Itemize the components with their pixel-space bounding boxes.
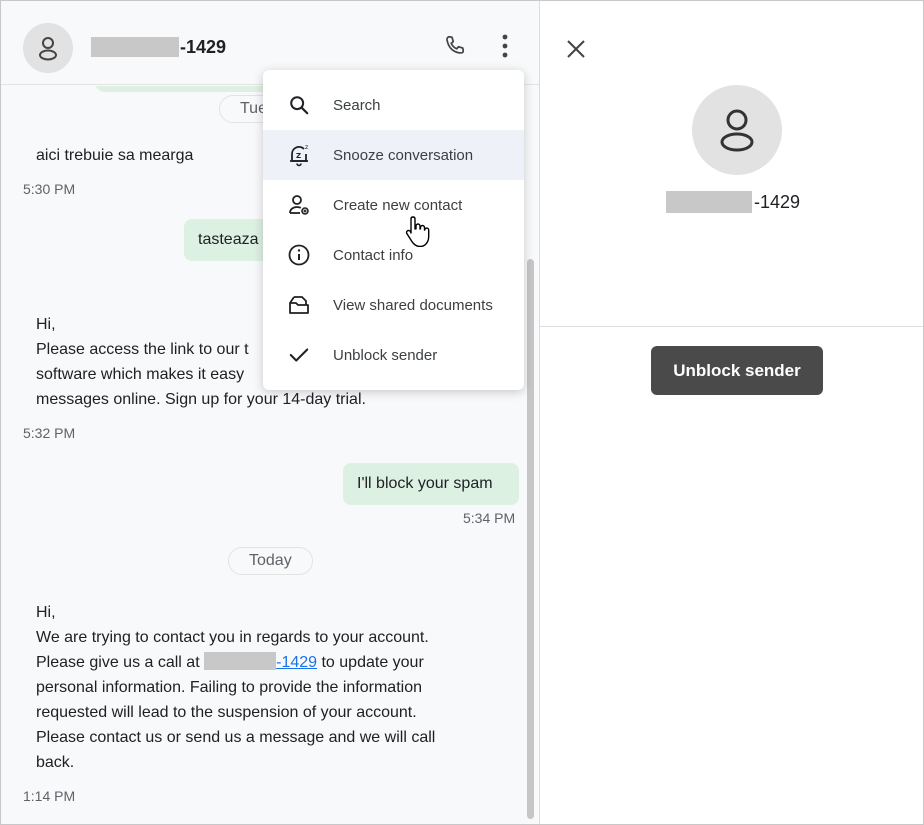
- message-line: We are trying to contact you in regards …: [36, 629, 429, 646]
- contact-details-pane: -1429 Unblock sender: [539, 1, 923, 824]
- contact-name: -1429: [666, 191, 800, 213]
- message-line: Please give us a call at -1429 to update…: [36, 650, 516, 675]
- hand-pointer-cursor-icon: [405, 216, 430, 247]
- message-line: Hi,: [36, 604, 56, 621]
- redacted-number: [91, 37, 179, 57]
- menu-item-label: Contact info: [333, 246, 414, 264]
- menu-item-label: Create new contact: [333, 196, 463, 214]
- message-time: 5:32 PM: [23, 425, 76, 441]
- shared-documents-icon: [287, 293, 311, 317]
- overflow-menu: Search Zz Snooze conversation Create new…: [263, 70, 524, 390]
- contact-avatar-large: [692, 85, 782, 175]
- menu-item-contact-info[interactable]: Contact info: [263, 230, 524, 280]
- snooze-bell-icon: Zz: [287, 143, 311, 167]
- message-text: Please give us a call at: [36, 654, 200, 671]
- sent-bubble-partial: [95, 86, 275, 92]
- call-button[interactable]: [437, 29, 473, 63]
- message-line: Please contact us or send us a message a…: [36, 729, 436, 746]
- person-icon: [39, 37, 57, 61]
- contact-avatar[interactable]: [23, 23, 73, 73]
- received-message: Hi, We are trying to contact you in rega…: [36, 600, 516, 775]
- info-icon: [287, 243, 311, 267]
- received-message: aici trebuie sa mearga: [36, 143, 193, 168]
- day-separator: Today: [228, 547, 313, 575]
- add-contact-icon: [287, 193, 311, 217]
- more-options-button[interactable]: [489, 29, 521, 63]
- message-text: aici trebuie sa mearga: [36, 147, 194, 164]
- svg-text:Z: Z: [296, 152, 301, 160]
- menu-item-unblock-sender[interactable]: Unblock sender: [263, 330, 524, 380]
- menu-item-shared-documents[interactable]: View shared documents: [263, 280, 524, 330]
- conversation-pane: -1429 Tue aici trebuie sa mearga 5:30 PM…: [1, 1, 539, 824]
- message-line: requested will lead to the suspension of…: [36, 704, 417, 721]
- message-text: to update your: [321, 654, 424, 671]
- message-text: tasteaza: [198, 231, 259, 248]
- message-time: 5:30 PM: [23, 181, 76, 197]
- message-time: 5:34 PM: [463, 510, 516, 526]
- svg-text:z: z: [305, 144, 308, 151]
- menu-item-snooze[interactable]: Zz Snooze conversation: [263, 130, 524, 180]
- app-window: -1429 Tue aici trebuie sa mearga 5:30 PM…: [0, 0, 924, 825]
- message-line: back.: [36, 754, 75, 771]
- menu-item-label: Unblock sender: [333, 346, 438, 364]
- menu-item-search[interactable]: Search: [263, 80, 524, 130]
- redacted-number: [666, 191, 752, 213]
- menu-item-label: Snooze conversation: [333, 146, 474, 164]
- phone-link[interactable]: -1429: [276, 654, 317, 671]
- message-time: 1:14 PM: [23, 788, 76, 804]
- close-icon: [567, 40, 585, 58]
- menu-item-label: View shared documents: [333, 296, 493, 314]
- redacted-number: [204, 652, 277, 670]
- message-line: messages online. Sign up for your 14-day…: [36, 391, 366, 408]
- menu-item-label: Search: [333, 96, 381, 114]
- search-icon: [287, 93, 311, 117]
- scrollbar-thumb[interactable]: [527, 259, 534, 819]
- message-line: personal information. Failing to provide…: [36, 679, 422, 696]
- check-icon: [287, 343, 311, 367]
- message-text: I'll block your spam: [357, 475, 493, 492]
- unblock-sender-button[interactable]: Unblock sender: [651, 346, 823, 395]
- person-icon: [720, 109, 754, 152]
- more-vert-icon: [502, 34, 508, 58]
- phone-icon: [446, 35, 465, 54]
- contact-number-suffix: -1429: [754, 191, 801, 212]
- menu-item-create-contact[interactable]: Create new contact: [263, 180, 524, 230]
- sent-message: I'll block your spam: [343, 463, 519, 505]
- close-button[interactable]: [562, 35, 590, 63]
- contact-number-suffix: -1429: [180, 36, 227, 57]
- divider: [540, 326, 923, 327]
- contact-name: -1429: [91, 36, 226, 58]
- day-label: Today: [249, 552, 292, 569]
